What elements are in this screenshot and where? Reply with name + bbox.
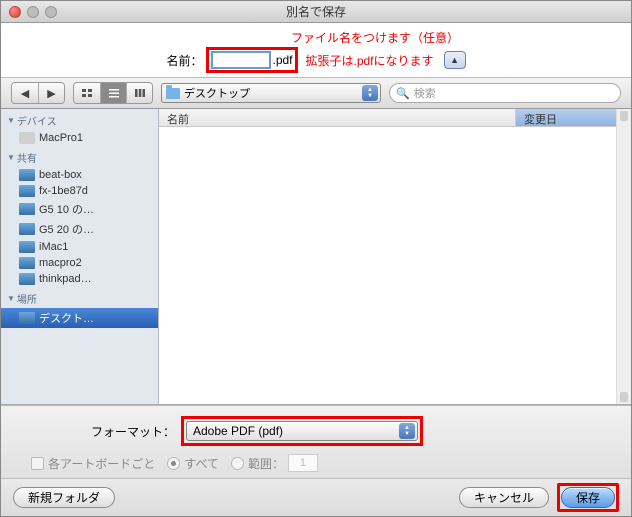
triangle-icon: ▼ [7, 153, 15, 162]
format-popup[interactable]: Adobe PDF (pdf) ▲▼ [186, 421, 418, 441]
range-radio: 範囲： [231, 454, 318, 472]
disp-icon [19, 241, 35, 253]
browser-toolbar: ◀ ▶ デスクトップ ▲▼ 🔍 検索 [1, 77, 631, 109]
sidebar-item-label: G5 10 の… [39, 201, 94, 217]
list-view-button[interactable] [100, 83, 126, 103]
sidebar-item-label: fx-1be87d [39, 185, 88, 197]
folder-icon [166, 88, 180, 99]
sidebar-item[interactable]: beat-box [1, 167, 158, 183]
filename-highlight: .pdf [206, 47, 297, 73]
sidebar-item-label: iMac1 [39, 241, 68, 253]
forward-button[interactable]: ▶ [38, 83, 64, 103]
save-button[interactable]: 保存 [561, 487, 615, 508]
filename-label: 名前： [166, 52, 202, 69]
desktop-icon [19, 312, 35, 324]
location-popup[interactable]: デスクトップ ▲▼ [161, 83, 381, 103]
file-list-body[interactable] [159, 127, 616, 404]
sidebar-item[interactable]: thinkpad… [1, 271, 158, 287]
disp-icon [19, 223, 35, 235]
window-title: 別名で保存 [1, 3, 631, 20]
format-label: フォーマット： [15, 423, 175, 440]
disp-icon [19, 169, 35, 181]
range-input [288, 454, 318, 472]
disclosure-button[interactable]: ▲ [444, 51, 466, 69]
file-browser: ▼デバイスMacPro1▼共有beat-boxfx-1be87dG5 10 の…… [1, 109, 631, 405]
sidebar-item[interactable]: G5 10 の… [1, 199, 158, 219]
sidebar-item-label: macpro2 [39, 257, 82, 269]
icon-view-button[interactable] [74, 83, 100, 103]
format-value: Adobe PDF (pdf) [193, 424, 283, 438]
sidebar-item-label: デスクト… [39, 310, 94, 326]
search-icon: 🔍 [396, 87, 410, 100]
radio-icon [167, 457, 180, 470]
sidebar-section-label: 共有 [17, 150, 37, 165]
sidebar-item[interactable]: iMac1 [1, 239, 158, 255]
radio-icon [231, 457, 244, 470]
disp-icon [19, 203, 35, 215]
sidebar-item[interactable]: fx-1be87d [1, 183, 158, 199]
scrollbar[interactable] [616, 109, 631, 404]
options-panel: フォーマット： Adobe PDF (pdf) ▲▼ 各アートボードごと すべて… [1, 405, 631, 478]
save-highlight: 保存 [557, 483, 619, 512]
drive-icon [19, 132, 35, 144]
column-name[interactable]: 名前 [159, 109, 516, 126]
format-highlight: Adobe PDF (pdf) ▲▼ [181, 416, 423, 446]
save-dialog: 別名で保存 ファイル名をつけます（任意） 名前： .pdf 拡張子は.pdfにな… [0, 0, 632, 517]
back-button[interactable]: ◀ [12, 83, 38, 103]
filename-row: ファイル名をつけます（任意） 名前： .pdf 拡張子は.pdfになります ▲ [1, 23, 631, 77]
file-list: 名前 変更日 [159, 109, 616, 404]
sidebar-item[interactable]: デスクト… [1, 308, 158, 328]
sidebar-section[interactable]: ▼共有 [1, 146, 158, 167]
artboard-checkbox: 各アートボードごと [31, 455, 155, 472]
sidebar: ▼デバイスMacPro1▼共有beat-boxfx-1be87dG5 10 の…… [1, 109, 159, 404]
sidebar-item-label: thinkpad… [39, 273, 92, 285]
updown-icon: ▲▼ [399, 423, 415, 439]
location-label: デスクトップ [184, 85, 250, 101]
sidebar-section-label: 場所 [17, 291, 37, 306]
titlebar: 別名で保存 [1, 1, 631, 23]
sidebar-section[interactable]: ▼場所 [1, 287, 158, 308]
sidebar-section-label: デバイス [17, 113, 57, 128]
search-field[interactable]: 🔍 検索 [389, 83, 621, 103]
all-radio: すべて [167, 455, 219, 472]
nav-buttons: ◀ ▶ [11, 82, 65, 104]
sidebar-section[interactable]: ▼デバイス [1, 109, 158, 130]
new-folder-button[interactable]: 新規フォルダ [13, 487, 115, 508]
sidebar-item[interactable]: macpro2 [1, 255, 158, 271]
filename-extension: .pdf [272, 53, 292, 67]
column-date[interactable]: 変更日 [516, 109, 616, 126]
updown-icon: ▲▼ [362, 85, 378, 101]
sidebar-item-label: beat-box [39, 169, 82, 181]
triangle-icon: ▼ [7, 294, 15, 303]
view-switcher [73, 82, 153, 104]
column-view-button[interactable] [126, 83, 152, 103]
dialog-footer: 新規フォルダ キャンセル 保存 [1, 478, 631, 516]
filename-annotation: ファイル名をつけます（任意） [291, 29, 459, 46]
file-list-header: 名前 変更日 [159, 109, 616, 127]
extension-annotation: 拡張子は.pdfになります [306, 52, 434, 69]
cancel-button[interactable]: キャンセル [459, 487, 549, 508]
disp-icon [19, 273, 35, 285]
triangle-icon: ▼ [7, 116, 15, 125]
filename-input[interactable] [211, 51, 271, 69]
search-placeholder: 検索 [414, 85, 436, 101]
sidebar-item-label: MacPro1 [39, 132, 83, 144]
sidebar-item[interactable]: MacPro1 [1, 130, 158, 146]
sidebar-item-label: G5 20 の… [39, 221, 94, 237]
checkbox-icon [31, 457, 44, 470]
disp-icon [19, 257, 35, 269]
sidebar-item[interactable]: G5 20 の… [1, 219, 158, 239]
disp-icon [19, 185, 35, 197]
